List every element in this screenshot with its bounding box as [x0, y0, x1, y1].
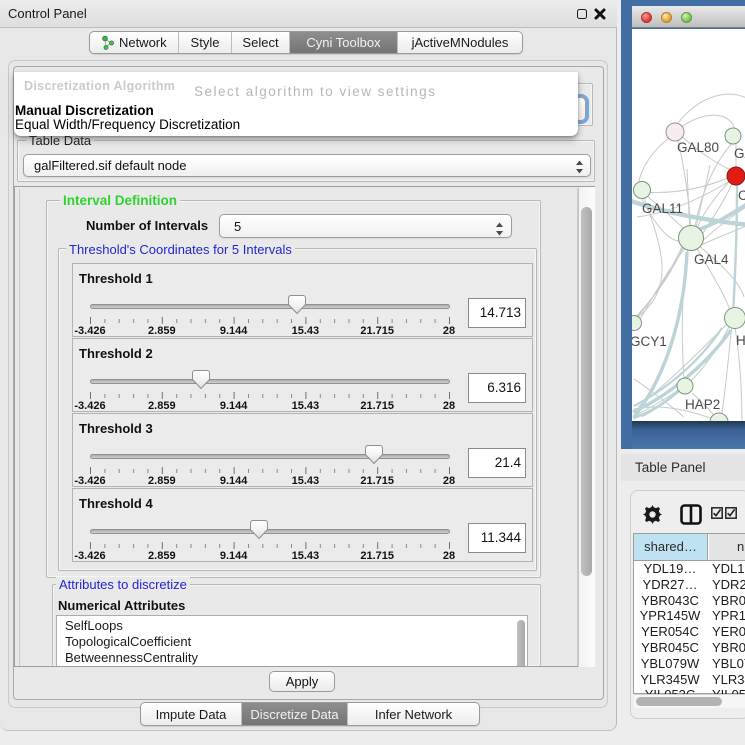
- svg-text:CY: CY: [738, 188, 745, 203]
- svg-text:GA: GA: [734, 146, 745, 161]
- svg-text:GAL4: GAL4: [694, 252, 729, 267]
- svg-text:HAP2: HAP2: [685, 397, 720, 412]
- svg-text:H: H: [736, 333, 745, 348]
- svg-text:GAL80: GAL80: [677, 140, 719, 155]
- svg-text:GCY1: GCY1: [632, 334, 667, 349]
- svg-text:GAL11: GAL11: [642, 201, 683, 216]
